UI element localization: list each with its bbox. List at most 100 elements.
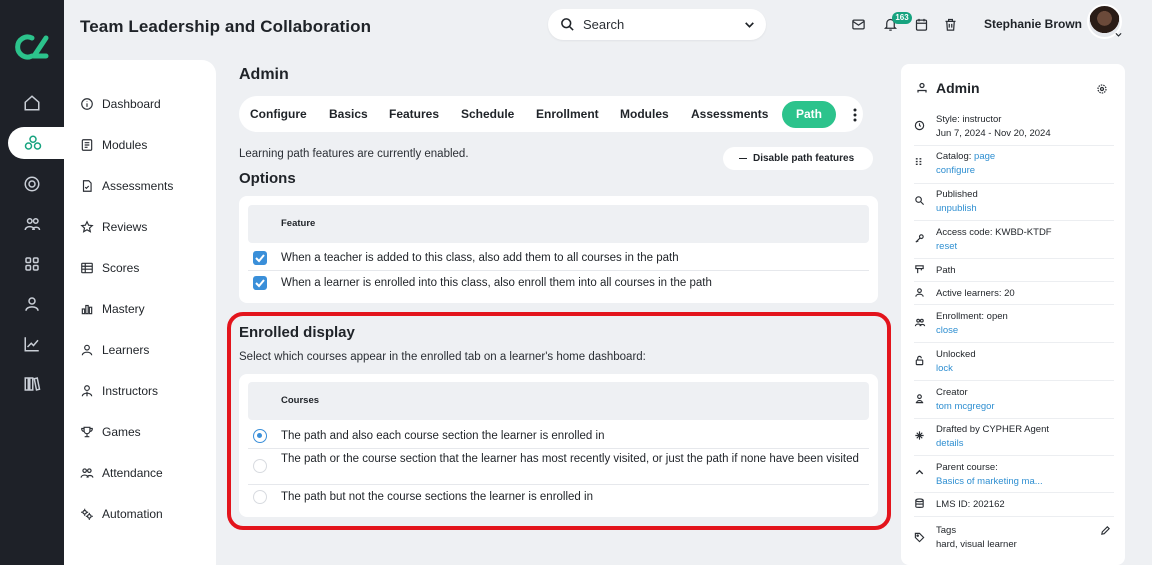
classes-icon[interactable]: [8, 127, 72, 159]
info-icon: [80, 97, 94, 111]
unpublish-link[interactable]: unpublish: [936, 202, 978, 216]
sidebar-item-label: Automation: [102, 507, 163, 521]
sidebar-item-label: Attendance: [102, 466, 163, 480]
gear-icon[interactable]: [1096, 83, 1108, 95]
trophy-icon: [80, 425, 94, 439]
more-options-icon[interactable]: [850, 108, 860, 122]
panel-divider: [914, 220, 1114, 221]
reset-link[interactable]: reset: [936, 240, 1052, 254]
person-icon[interactable]: [20, 292, 44, 316]
sidebar-item-instructors[interactable]: Instructors: [80, 381, 158, 401]
catalog-label: Catalog:: [936, 151, 972, 162]
panel-divider: [914, 258, 1114, 259]
panel-divider: [914, 304, 1114, 305]
chevron-down-icon[interactable]: [1114, 30, 1123, 39]
person-icon: [914, 287, 925, 298]
sidebar-item-dashboard[interactable]: Dashboard: [80, 94, 161, 114]
lock-link[interactable]: lock: [936, 362, 976, 376]
home-icon[interactable]: [20, 91, 44, 115]
creator-label: Creator: [936, 387, 968, 398]
disable-path-features-button[interactable]: Disable path features: [723, 147, 873, 170]
trash-icon[interactable]: [943, 17, 958, 32]
sidebar-item-label: Mastery: [102, 302, 145, 316]
panel-path: Path: [936, 265, 956, 276]
path-status-text: Learning path features are currently ena…: [239, 148, 469, 160]
sidebar-item-mastery[interactable]: Mastery: [80, 299, 145, 319]
tab-basics[interactable]: Basics: [329, 104, 368, 124]
panel-style: Style: instructor Jun 7, 2024 - Nov 20, 2…: [936, 113, 1051, 141]
pencil-icon[interactable]: [1100, 525, 1111, 536]
sidebar-item-games[interactable]: Games: [80, 422, 141, 442]
people-icon: [80, 466, 94, 480]
app-logo[interactable]: [12, 30, 52, 64]
close-enrollment-link[interactable]: close: [936, 324, 1008, 338]
tab-features[interactable]: Features: [389, 104, 439, 124]
target-icon[interactable]: [20, 172, 44, 196]
panel-access-code: Access code: KWBD-KTDF reset: [936, 226, 1052, 254]
sidebar-item-label: Assessments: [102, 179, 174, 193]
sparkle-icon: [914, 430, 925, 441]
sidebar-item-scores[interactable]: Scores: [80, 258, 139, 278]
sidebar-item-learners[interactable]: Learners: [80, 340, 149, 360]
instructor-icon: [80, 384, 94, 398]
mail-icon[interactable]: [851, 17, 866, 32]
apps-icon[interactable]: [20, 252, 44, 276]
panel-divider: [914, 418, 1114, 419]
sidebar-item-automation[interactable]: Automation: [80, 504, 163, 524]
tab-enrollment[interactable]: Enrollment: [536, 104, 599, 124]
access-code-label: Access code: KWBD-KTDF: [936, 227, 1052, 238]
sidebar-item-assessments[interactable]: Assessments: [80, 176, 173, 196]
panel-divider: [914, 281, 1114, 282]
tab-bar: Configure Basics Features Schedule Enrol…: [239, 96, 863, 132]
table-icon: [80, 261, 94, 275]
tags-label: Tags: [936, 525, 957, 536]
sidebar-item-modules[interactable]: Modules: [80, 135, 147, 155]
sidebar-item-label: Learners: [102, 343, 150, 357]
creator-link[interactable]: tom mcgregor: [936, 400, 995, 414]
panel-creator: Creator tom mcgregor: [936, 386, 995, 414]
panel-divider: [914, 183, 1114, 184]
bar-chart-icon: [80, 302, 94, 316]
users-icon[interactable]: [20, 212, 44, 236]
feature-row: When a learner is enrolled into this cla…: [281, 277, 712, 289]
calendar-icon[interactable]: [914, 17, 929, 32]
creator-icon: [914, 393, 925, 404]
panel-divider: [914, 380, 1114, 381]
modules-icon: [80, 138, 94, 152]
button-label: Disable path features: [753, 153, 855, 164]
sidebar-item-attendance[interactable]: Attendance: [80, 463, 163, 483]
minus-icon: [739, 157, 747, 160]
catalog-configure-link[interactable]: configure: [936, 164, 995, 178]
panel-divider: [914, 492, 1114, 493]
tab-path[interactable]: Path: [782, 101, 837, 128]
tab-schedule[interactable]: Schedule: [461, 104, 514, 124]
user-name[interactable]: Stephanie Brown: [984, 17, 1082, 31]
chevron-up-icon[interactable]: [914, 467, 925, 478]
teacher-checkbox[interactable]: [253, 251, 267, 265]
catalog-page-link[interactable]: page: [974, 151, 995, 162]
panel-catalog: Catalog: page configure: [936, 150, 995, 178]
panel-unlocked: Unlocked lock: [936, 348, 976, 376]
feature-header: Feature: [248, 205, 869, 243]
chart-icon[interactable]: [20, 332, 44, 356]
tab-configure[interactable]: Configure: [250, 104, 307, 124]
chevron-down-icon[interactable]: [743, 18, 756, 31]
grid-icon: [914, 157, 925, 168]
panel-published: Published unpublish: [936, 188, 978, 216]
tab-modules[interactable]: Modules: [620, 104, 669, 124]
panel-parent-course: Parent course: Basics of marketing ma...: [936, 461, 1043, 489]
details-link[interactable]: details: [936, 437, 1049, 451]
parent-course-link[interactable]: Basics of marketing ma...: [936, 475, 1043, 489]
panel-divider: [914, 145, 1114, 146]
feature-row: When a teacher is added to this class, a…: [281, 252, 679, 264]
database-icon: [914, 498, 925, 509]
search-box[interactable]: Search: [548, 9, 766, 40]
style-label: Style: instructor: [936, 114, 1002, 125]
library-icon[interactable]: [20, 372, 44, 396]
search-input[interactable]: Search: [583, 17, 624, 32]
panel-divider: [914, 342, 1114, 343]
sidebar-item-reviews[interactable]: Reviews: [80, 217, 147, 237]
learner-checkbox[interactable]: [253, 276, 267, 290]
tag-icon: [914, 532, 925, 543]
tab-assessments[interactable]: Assessments: [691, 104, 768, 124]
